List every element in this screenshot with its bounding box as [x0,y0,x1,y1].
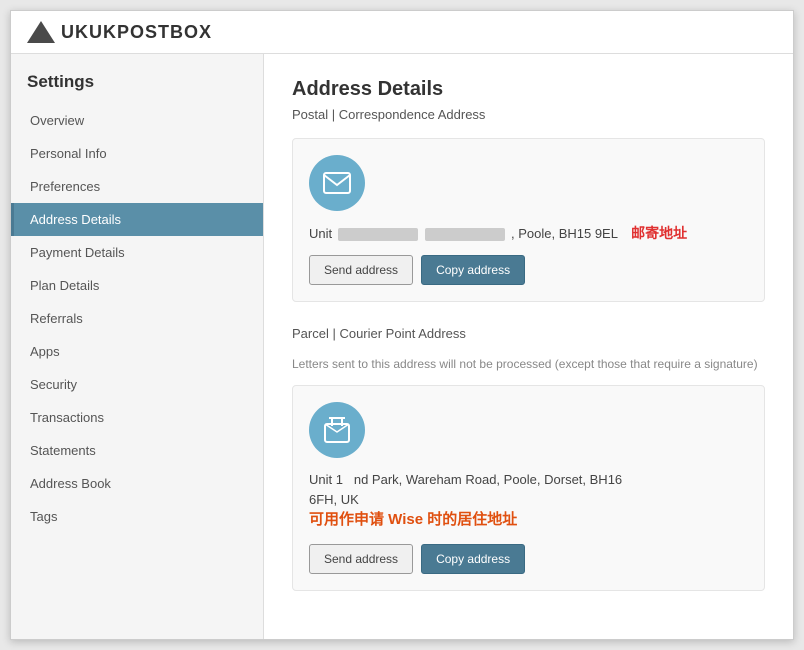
sidebar-item-transactions[interactable]: Transactions [11,401,263,434]
parcel-btn-row: Send address Copy address [309,544,748,574]
postal-address-card: Unit , Poole, BH15 9EL 邮寄地址 Send address… [292,138,765,302]
postal-btn-row: Send address Copy address [309,255,748,285]
parcel-subtitle: Parcel | Courier Point Address [292,326,765,341]
page-title: Address Details [292,78,765,101]
sidebar-item-referrals[interactable]: Referrals [11,302,263,335]
postal-subtitle: Postal | Correspondence Address [292,107,765,122]
sidebar-item-address-details[interactable]: Address Details [11,203,263,236]
sidebar-item-apps[interactable]: Apps [11,335,263,368]
sidebar-item-personal-info[interactable]: Personal Info [11,137,263,170]
postal-icon [309,155,365,211]
logo-icon [27,21,55,43]
sidebar-item-plan-details[interactable]: Plan Details [11,269,263,302]
sidebar-item-statements[interactable]: Statements [11,434,263,467]
postal-icon-row [309,155,748,211]
postal-copy-button[interactable]: Copy address [421,255,525,285]
parcel-annotation: 可用作申请 Wise 时的居住地址 [309,511,517,528]
sidebar-title: Settings [11,64,263,104]
postal-send-button[interactable]: Send address [309,255,413,285]
sidebar-item-payment-details[interactable]: Payment Details [11,236,263,269]
parcel-address-lines: Unit 1 nd Park, Wareham Road, Poole, Dor… [309,470,748,532]
parcel-warning: Letters sent to this address will not be… [292,357,765,371]
parcel-address-card: Unit 1 nd Park, Wareham Road, Poole, Dor… [292,385,765,591]
sidebar: Settings Overview Personal Info Preferen… [11,54,264,639]
sidebar-item-tags[interactable]: Tags [11,500,263,533]
parcel-send-button[interactable]: Send address [309,544,413,574]
sidebar-item-address-book[interactable]: Address Book [11,467,263,500]
logo: UKUKPOSTBOX [27,21,212,43]
main-window: UKUKPOSTBOX Settings Overview Personal I… [10,10,794,640]
postal-address-line: Unit , Poole, BH15 9EL 邮寄地址 [309,223,748,243]
postal-annotation: 邮寄地址 [631,225,687,241]
parcel-icon-row [309,402,748,458]
main-layout: Settings Overview Personal Info Preferen… [11,54,793,639]
logo-text: UKUKPOSTBOX [61,22,212,43]
parcel-icon [309,402,365,458]
sidebar-item-preferences[interactable]: Preferences [11,170,263,203]
topbar: UKUKPOSTBOX [11,11,793,54]
parcel-copy-button[interactable]: Copy address [421,544,525,574]
sidebar-item-security[interactable]: Security [11,368,263,401]
content-area: Address Details Postal | Correspondence … [264,54,793,639]
sidebar-item-overview[interactable]: Overview [11,104,263,137]
